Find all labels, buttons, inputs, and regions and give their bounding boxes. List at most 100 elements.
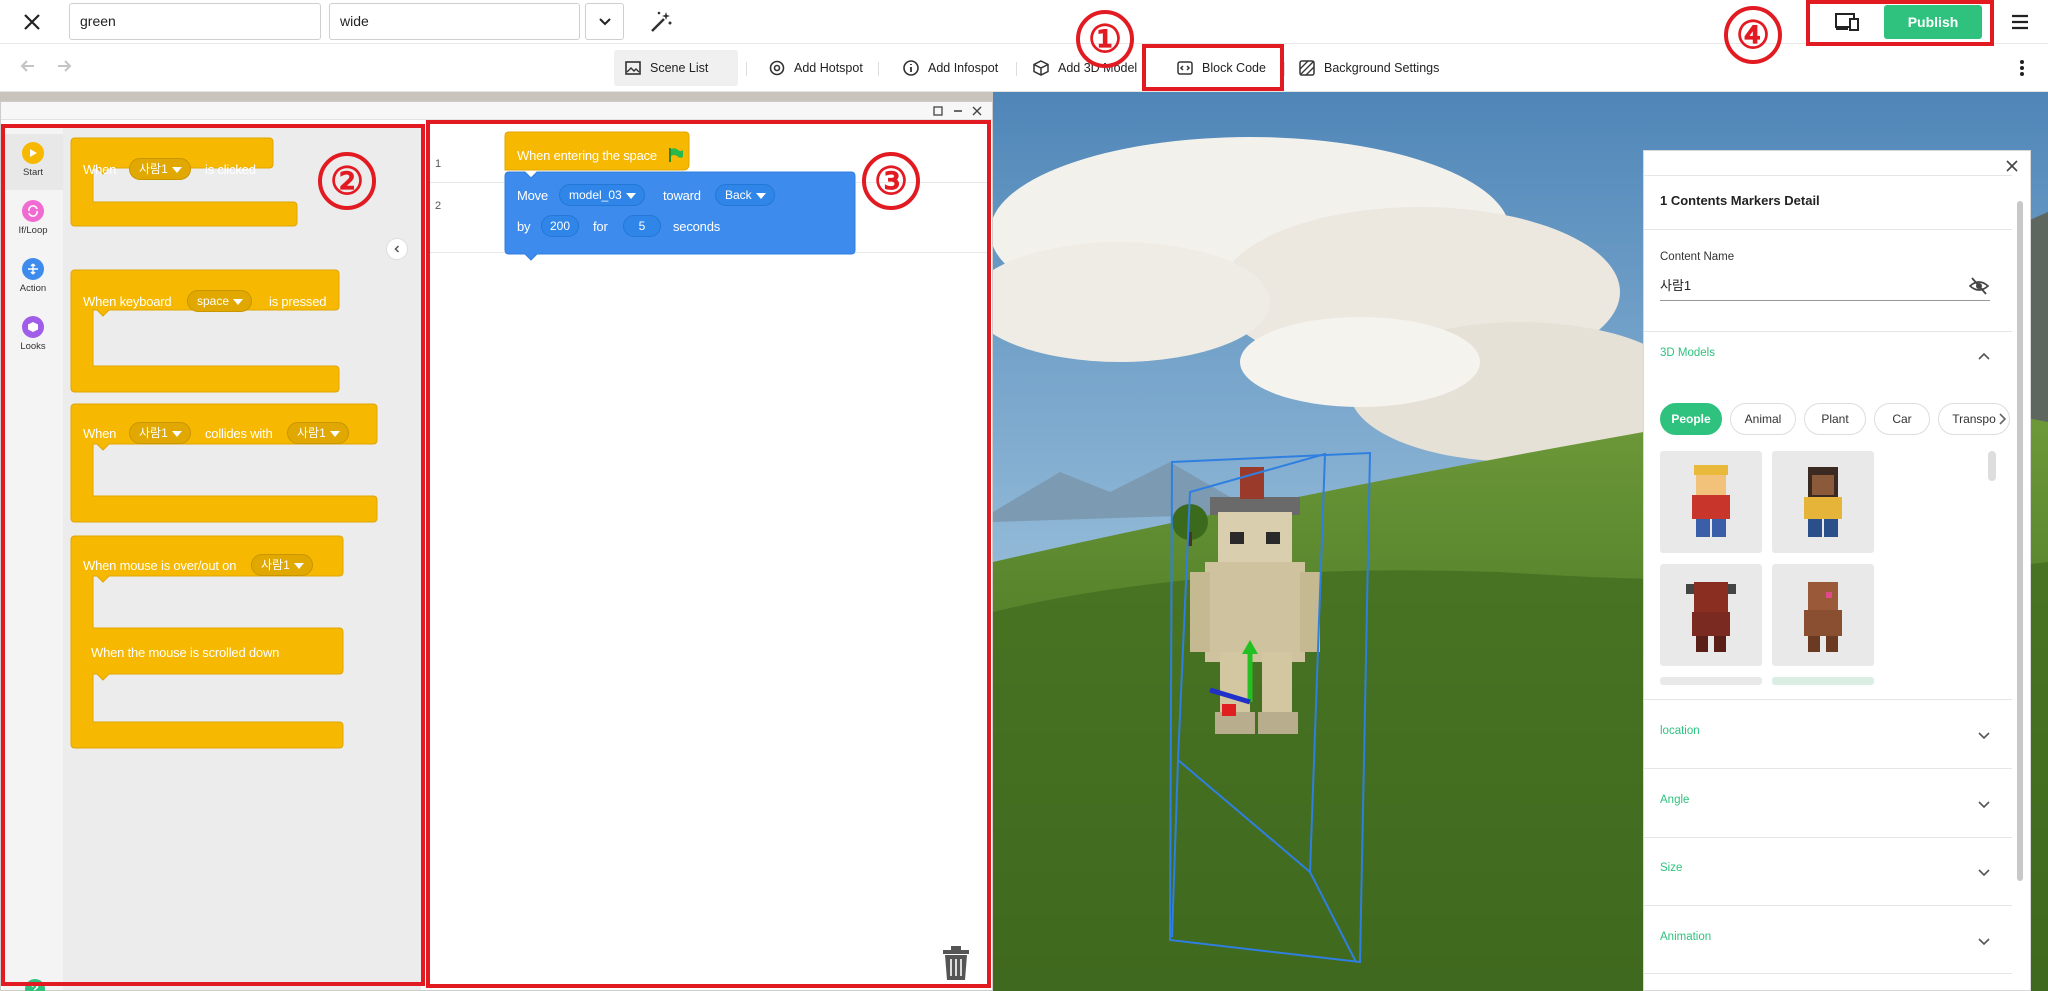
category-if-loop[interactable]: If/Loop [3,192,63,248]
duration-input[interactable]: 5 [623,215,661,237]
add-infospot-button[interactable]: Add Infospot [892,50,1008,86]
close-icon[interactable] [18,8,46,36]
dropdown-value: 사람1 [261,558,290,572]
location-accordion-header[interactable]: location [1660,725,1996,749]
chevron-down-icon[interactable] [585,3,624,40]
annotation-number-1: ① [1076,10,1134,68]
category-action[interactable]: Action [3,250,63,306]
thumbnail-scrollbar[interactable] [1988,451,1996,481]
category-label: Action [19,283,47,294]
chip-plant[interactable]: Plant [1804,403,1866,435]
other-target-dropdown[interactable]: 사람1 [287,422,349,444]
caret-down-icon [293,563,304,569]
block-text: When mouse is over/out on [83,558,237,573]
divider [746,62,747,76]
dropdown-value: Back [725,188,752,202]
background-settings-button[interactable]: Background Settings [1288,50,1449,86]
category-looks[interactable]: Looks [3,308,63,364]
block-text: When [83,162,117,177]
block-text: toward [663,188,701,203]
scene-list-label: Scene List [650,61,709,75]
divider [1644,837,2012,838]
divider [1016,62,1017,76]
size-accordion-header[interactable]: Size [1660,862,1996,886]
chip-animal[interactable]: Animal [1730,403,1796,435]
add-hotspot-button[interactable]: Add Hotspot [758,50,873,86]
model-thumbnail[interactable] [1772,677,1874,685]
model-thumbnail[interactable] [1772,451,1874,553]
content-name-input[interactable]: 사람1 [1660,271,1990,301]
loop-icon [22,200,44,222]
scene-type-input[interactable]: wide [329,3,580,40]
move-arrows-icon [22,258,44,280]
info-icon [903,60,919,76]
collapse-palette-button[interactable] [386,238,408,260]
chevron-down-icon [1978,938,1990,946]
hatch-icon [1299,60,1315,76]
divider [1644,175,2012,176]
publish-button[interactable]: Publish [1884,5,1982,39]
trash-icon[interactable] [939,942,973,982]
panel-scrollbar[interactable] [2016,201,2024,881]
key-dropdown[interactable]: space [187,290,253,312]
animation-accordion-header[interactable]: Animation [1660,931,1996,955]
direction-dropdown[interactable]: Back [715,184,775,206]
accordion-title: Angle [1660,794,1690,806]
image-icon [625,61,641,75]
accordion-title: location [1660,725,1700,737]
workspace-block-shapes [504,131,856,261]
accordion-title: Animation [1660,931,1712,943]
block-text: When the mouse is scrolled down [91,645,280,660]
chevron-right-icon[interactable] [1992,409,2012,429]
model-thumbnail[interactable] [1660,451,1762,553]
annotation-number-2: ② [318,152,376,210]
code-workspace[interactable]: 1 2 When entering the space Move model_0… [429,126,991,990]
model-dropdown[interactable]: model_03 [559,184,645,206]
add-hotspot-label: Add Hotspot [794,61,863,75]
play-icon [22,142,44,164]
category-label: Start [22,167,44,178]
divider [1284,62,1285,76]
scene-name-input[interactable]: green [69,3,321,40]
magic-wand-icon[interactable] [648,9,674,35]
eye-off-icon[interactable] [1968,275,1990,297]
background-settings-label: Background Settings [1324,61,1440,75]
block-text: Move [517,188,548,203]
scene-list-button[interactable]: Scene List [614,50,738,86]
scrollbar-thumb[interactable] [2017,201,2023,881]
caret-down-icon [625,193,636,199]
chip-car[interactable]: Car [1874,403,1930,435]
minimize-icon[interactable] [951,104,965,118]
close-icon[interactable] [970,104,984,118]
category-start[interactable]: Start [3,134,63,190]
hamburger-menu-icon[interactable] [2008,10,2032,34]
device-preview-icon[interactable] [1822,5,1872,39]
angle-accordion-header[interactable]: Angle [1660,794,1996,818]
model-thumbnail[interactable] [1660,564,1762,666]
distance-input[interactable]: 200 [541,215,579,237]
divider [1644,973,2012,974]
dropdown-value: 사람1 [139,426,168,440]
more-options-icon[interactable] [2012,56,2032,80]
block-text: for [593,219,608,234]
models-accordion-header[interactable]: 3D Models [1660,347,1996,371]
model-thumbnail[interactable] [1772,564,1874,666]
chevron-down-icon [1978,801,1990,809]
redo-arrow-icon[interactable] [54,56,78,80]
help-icon[interactable]: ? [25,979,45,991]
caret-down-icon [329,431,340,437]
block-code-button[interactable]: Block Code [1166,50,1276,86]
block-text: is clicked [205,162,256,177]
undo-arrow-icon[interactable] [18,56,42,80]
category-label: Looks [20,341,46,352]
close-icon[interactable] [2004,158,2020,174]
maximize-icon[interactable] [931,104,945,118]
target-dropdown[interactable]: 사람1 [129,158,191,180]
target-dropdown[interactable]: 사람1 [251,554,313,576]
accordion-title: Size [1660,862,1683,874]
dropdown-value: model_03 [569,188,622,202]
model-thumbnail[interactable] [1660,677,1762,685]
target-dropdown[interactable]: 사람1 [129,422,191,444]
annotation-number-3: ③ [862,152,920,210]
chip-people[interactable]: People [1660,403,1722,435]
